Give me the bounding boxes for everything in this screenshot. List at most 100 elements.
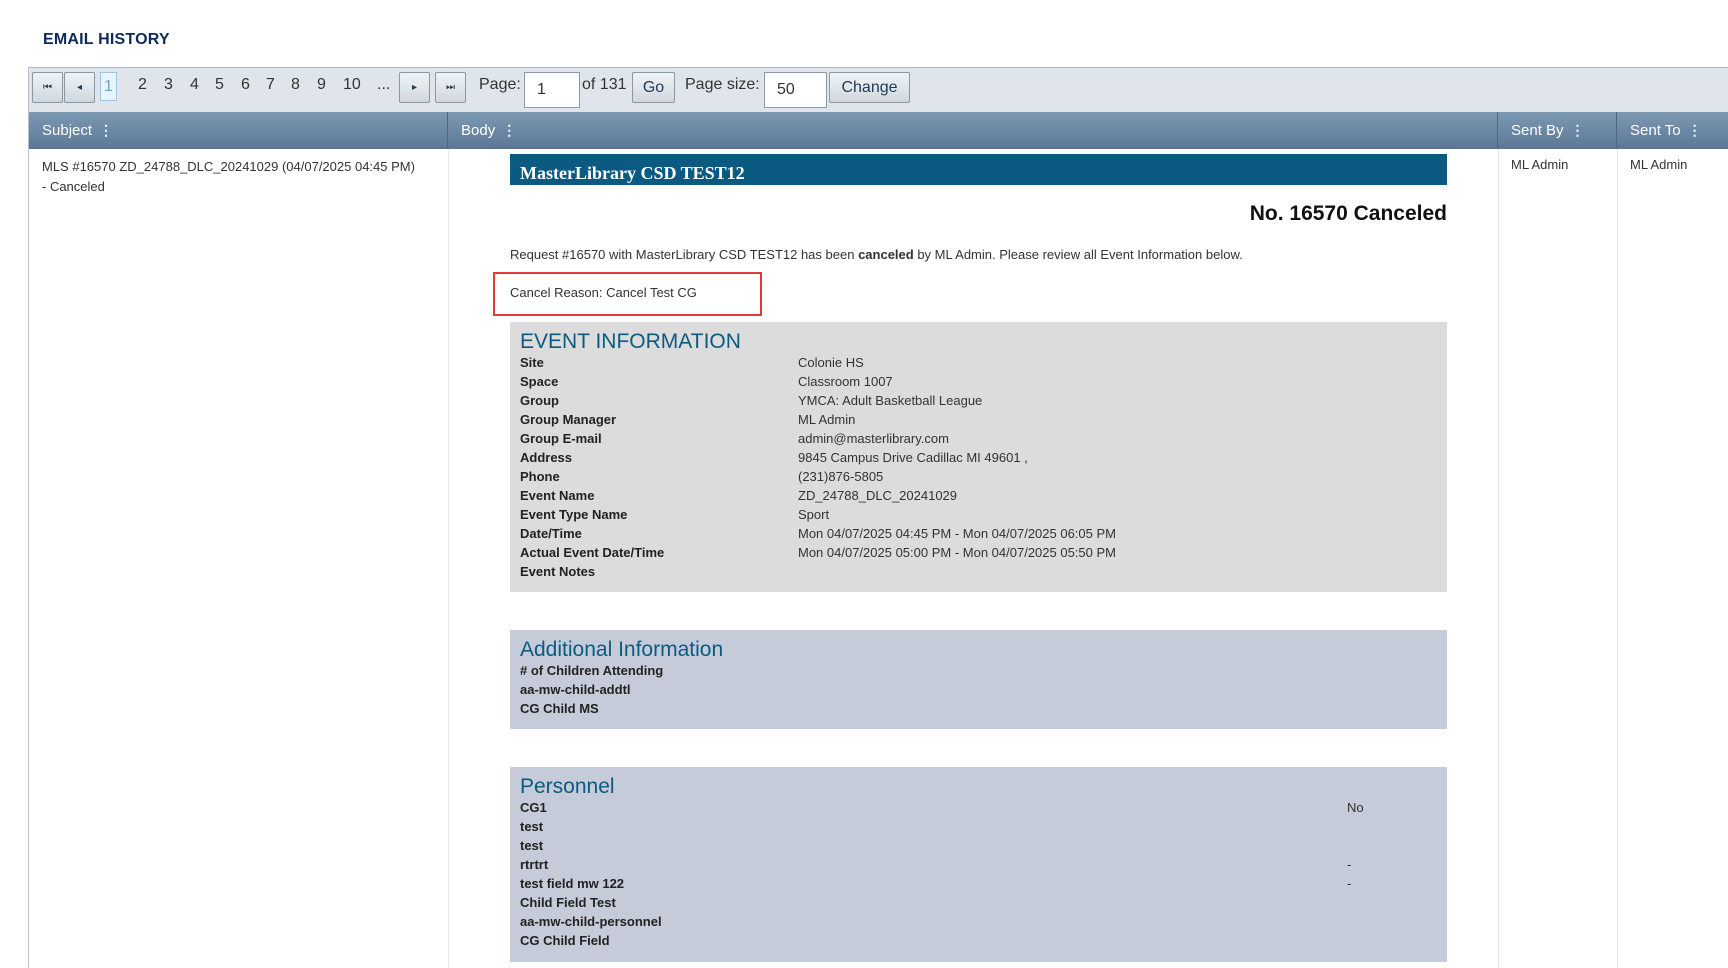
field-row: test [520,836,1437,855]
column-menu-icon[interactable]: ⋮ [502,122,516,139]
subject-cell: MLS #16570 ZD_24788_DLC_20241029 (04/07/… [42,159,415,194]
field-label: test field mw 122 [520,876,625,891]
email-banner: MasterLibrary CSD TEST12 [510,154,1447,185]
page-label: Page: [479,76,521,93]
change-button[interactable]: Change [829,72,910,103]
event-information-section: EVENT INFORMATION Site Colonie HS Space Cla… [510,322,1447,592]
field-row: Group Manager ML Admin [520,410,1437,429]
page-link[interactable]: 4 [190,76,199,94]
column-title: Sent To [1630,122,1681,139]
page-link[interactable]: 5 [215,76,224,94]
next-page-icon: ▸ [411,82,418,93]
column-header-body[interactable]: Body ⋮ [448,112,1498,149]
field-label: Event Name [520,488,595,503]
field-value: Colonie HS [798,355,864,370]
column-header-subject[interactable]: Subject ⋮ [29,112,448,149]
field-list: # of Children Attending aa-mw-child-addtl… [520,661,1437,718]
page-link[interactable]: 10 [343,76,361,94]
page-link[interactable]: 9 [317,76,326,94]
field-row: Actual Event Date/Time Mon 04/07/2025 05:… [520,543,1437,562]
page-link-current[interactable]: 1 [100,72,117,101]
pager-toolbar: ⏮ ◂ 1 2 3 4 5 6 7 8 9 10 ... ▸ ⏭ Page: o… [29,67,1728,112]
page-number-input[interactable] [524,72,580,108]
field-row: Event Type Name Sport [520,505,1437,524]
prev-page-icon: ◂ [76,82,83,93]
section-title: Personnel [520,775,615,798]
page-link[interactable]: 8 [291,76,300,94]
personnel-section: Personnel CG1 No test test rtrtrt - test field… [510,767,1447,962]
page-link[interactable]: 6 [241,76,250,94]
field-row: test [520,817,1437,836]
next-page-button[interactable]: ▸ [399,72,430,103]
page-link[interactable]: 2 [138,76,147,94]
column-menu-icon[interactable]: ⋮ [1688,122,1702,139]
field-row: Event Notes [520,562,1437,581]
last-page-button[interactable]: ⏭ [435,72,466,103]
page-title: EMAIL HISTORY [43,31,170,48]
page-size-input[interactable] [764,72,827,108]
field-label: Group [520,393,559,408]
field-value: Mon 04/07/2025 05:00 PM - Mon 04/07/2025… [798,545,1116,560]
field-label: test [520,819,544,834]
message-text: Request #16570 with MasterLibrary CSD TE… [510,247,859,262]
field-label: Group E-mail [520,431,602,446]
first-page-button[interactable]: ⏮ [32,72,63,103]
field-value: No [1347,800,1364,815]
field-label: CG Child Field [520,933,610,948]
field-row: Date/Time Mon 04/07/2025 04:45 PM - Mon 0… [520,524,1437,543]
last-page-icon: ⏭ [446,82,455,93]
column-title: Sent By [1511,122,1564,139]
column-menu-icon[interactable]: ⋮ [99,122,113,139]
page-size-label: Page size: [685,76,760,93]
field-row: Group YMCA: Adult Basketball League [520,391,1437,410]
field-value: ML Admin [798,412,856,427]
field-label: Space [520,374,559,389]
column-menu-icon[interactable]: ⋮ [1571,122,1585,139]
field-row: aa-mw-child-personnel [520,912,1437,931]
field-label: test [520,838,544,853]
field-row: aa-mw-child-addtl [520,680,1437,699]
request-message: Request #16570 with MasterLibrary CSD TE… [510,247,1447,262]
field-label: Actual Event Date/Time [520,545,665,560]
section-title: Additional Information [520,638,724,661]
go-button[interactable]: Go [632,72,675,103]
field-label: Child Field Test [520,895,616,910]
field-row: CG Child Field [520,931,1437,950]
first-page-icon: ⏮ [43,82,52,93]
field-value: admin@masterlibrary.com [798,431,949,446]
page-link[interactable]: 7 [266,76,275,94]
field-row: test field mw 122 - [520,874,1437,893]
page-link-more[interactable]: ... [377,76,390,94]
cancel-reason: Cancel Reason: Cancel Test CG [510,285,697,300]
column-header-sent-to[interactable]: Sent To ⋮ [1617,112,1728,149]
message-text: by ML Admin. Please review all Event Inf… [913,247,1243,262]
field-list: CG1 No test test rtrtrt - test field mw 122 - Ch… [520,798,1437,950]
field-row: CG1 No [520,798,1437,817]
field-value: Classroom 1007 [798,374,893,389]
field-list: Site Colonie HS Space Classroom 1007 Group YM… [520,353,1437,581]
page-link[interactable]: 3 [164,76,173,94]
field-row: # of Children Attending [520,661,1437,680]
field-label: aa-mw-child-addtl [520,682,631,697]
section-title: EVENT INFORMATION [520,330,741,353]
prev-page-button[interactable]: ◂ [64,72,95,103]
field-row: Event Name ZD_24788_DLC_20241029 [520,486,1437,505]
field-label: aa-mw-child-personnel [520,914,662,929]
request-number-heading: No. 16570 Canceled [1249,202,1447,225]
field-row: Phone (231)876-5805 [520,467,1437,486]
field-value: ZD_24788_DLC_20241029 [798,488,958,503]
field-row: Child Field Test [520,893,1437,912]
email-body: MasterLibrary CSD TEST12 No. 16570 Cance… [493,154,1447,962]
column-header-sent-by[interactable]: Sent By ⋮ [1498,112,1617,149]
field-label: CG Child MS [520,701,599,716]
field-row: Group E-mail admin@masterlibrary.com [520,429,1437,448]
field-row: Space Classroom 1007 [520,372,1437,391]
sent-by-cell: ML Admin [1511,157,1569,172]
message-status: canceled [858,247,914,262]
field-row: Address 9845 Campus Drive Cadillac MI 496… [520,448,1437,467]
field-value: (231)876-5805 [798,469,884,484]
field-value: - [1347,857,1352,872]
column-divider [448,149,449,968]
field-label: Address [520,450,573,465]
field-value: Mon 04/07/2025 04:45 PM - Mon 04/07/2025… [798,526,1116,541]
